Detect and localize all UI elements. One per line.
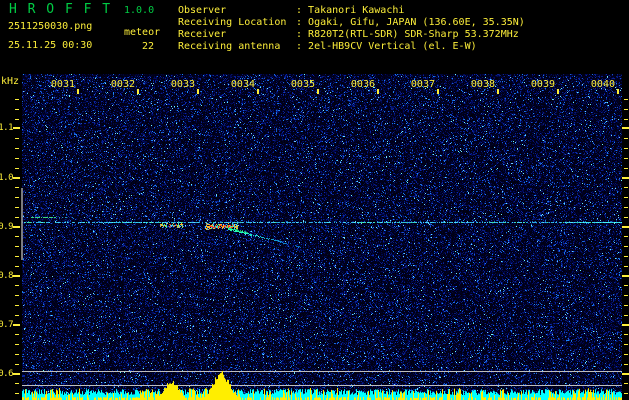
freq-major-tick	[13, 127, 20, 129]
freq-minor-tick	[15, 295, 19, 296]
freq-minor-tick-right	[624, 217, 628, 218]
freq-major-tick-right	[622, 373, 629, 375]
time-tick-label: 0035	[290, 79, 315, 90]
freq-minor-tick	[15, 197, 19, 198]
time-tick	[497, 89, 499, 94]
freq-minor-tick	[15, 383, 19, 384]
freq-minor-tick	[15, 109, 19, 110]
freq-minor-tick	[15, 315, 19, 316]
freq-minor-tick-right	[624, 383, 628, 384]
time-tick-label: 0033	[170, 79, 195, 90]
freq-tick-label: 0.8	[0, 271, 13, 281]
freq-major-tick	[13, 275, 20, 277]
freq-minor-tick	[15, 148, 19, 149]
freq-minor-tick	[15, 246, 19, 247]
time-tick-label: 0032	[110, 79, 135, 90]
freq-minor-tick	[15, 344, 19, 345]
freq-major-tick-right	[622, 226, 629, 228]
freq-minor-tick-right	[624, 295, 628, 296]
freq-minor-tick-right	[624, 158, 628, 159]
time-tick	[617, 89, 619, 94]
time-tick	[557, 89, 559, 94]
freq-minor-tick-right	[624, 393, 628, 394]
time-tick	[257, 89, 259, 94]
time-tick	[377, 89, 379, 94]
freq-major-tick	[13, 226, 20, 228]
time-tick-label: 0039	[530, 79, 555, 90]
time-tick	[197, 89, 199, 94]
axes-layer: 0031 0032 0033 0034 0035 0036 0037 0038 0039 0040…	[0, 0, 629, 400]
freq-minor-tick	[15, 217, 19, 218]
time-tick	[137, 89, 139, 94]
freq-tick-label: 0.7	[0, 320, 13, 330]
freq-minor-tick	[15, 99, 19, 100]
time-tick-label: 0031	[50, 79, 75, 90]
time-tick	[437, 89, 439, 94]
freq-minor-tick-right	[624, 354, 628, 355]
freq-minor-tick	[15, 119, 19, 120]
freq-major-tick-right	[622, 127, 629, 129]
freq-range-marker	[21, 188, 23, 260]
freq-minor-tick-right	[624, 187, 628, 188]
time-tick-label: 0040	[590, 79, 615, 90]
freq-minor-tick	[15, 266, 19, 267]
freq-minor-tick	[15, 393, 19, 394]
time-tick-label: 0038	[470, 79, 495, 90]
freq-minor-tick-right	[624, 99, 628, 100]
freq-minor-tick	[15, 285, 19, 286]
freq-tick-label: 1.0	[0, 173, 13, 183]
freq-major-tick	[13, 177, 20, 179]
freq-minor-tick	[15, 236, 19, 237]
freq-minor-tick-right	[624, 109, 628, 110]
freq-minor-tick-right	[624, 197, 628, 198]
freq-axis-unit-label: kHz	[1, 76, 20, 87]
freq-major-tick-right	[622, 275, 629, 277]
freq-minor-tick-right	[624, 138, 628, 139]
freq-major-tick	[13, 373, 20, 375]
freq-minor-tick-right	[624, 334, 628, 335]
freq-minor-tick	[15, 305, 19, 306]
freq-minor-tick-right	[624, 344, 628, 345]
freq-major-tick-right	[622, 324, 629, 326]
freq-minor-tick-right	[624, 148, 628, 149]
time-tick-label: 0037	[410, 79, 435, 90]
hrofft-window: H R O F F T 1.0.0 2511250030.png meteor …	[0, 0, 629, 400]
freq-minor-tick-right	[624, 266, 628, 267]
freq-minor-tick	[15, 168, 19, 169]
freq-tick-label: 0.6	[0, 369, 13, 379]
time-tick-label: 0034	[230, 79, 255, 90]
freq-minor-tick-right	[624, 364, 628, 365]
freq-minor-tick	[15, 354, 19, 355]
freq-minor-tick-right	[624, 305, 628, 306]
freq-minor-tick	[15, 256, 19, 257]
freq-minor-tick-right	[624, 246, 628, 247]
freq-major-tick	[13, 324, 20, 326]
freq-minor-tick-right	[624, 207, 628, 208]
freq-tick-label: 0.9	[0, 222, 13, 232]
freq-minor-tick-right	[624, 168, 628, 169]
freq-minor-tick-right	[624, 285, 628, 286]
freq-tick-label: 1.1	[0, 123, 13, 133]
freq-minor-tick-right	[624, 256, 628, 257]
freq-minor-tick-right	[624, 119, 628, 120]
freq-minor-tick	[15, 207, 19, 208]
freq-minor-tick-right	[624, 236, 628, 237]
time-tick	[77, 89, 79, 94]
freq-minor-tick	[15, 364, 19, 365]
freq-major-tick-right	[622, 177, 629, 179]
time-tick	[317, 89, 319, 94]
freq-minor-tick	[15, 187, 19, 188]
time-tick-label: 0036	[350, 79, 375, 90]
freq-minor-tick	[15, 138, 19, 139]
freq-minor-tick	[15, 334, 19, 335]
freq-minor-tick-right	[624, 315, 628, 316]
freq-minor-tick	[15, 158, 19, 159]
